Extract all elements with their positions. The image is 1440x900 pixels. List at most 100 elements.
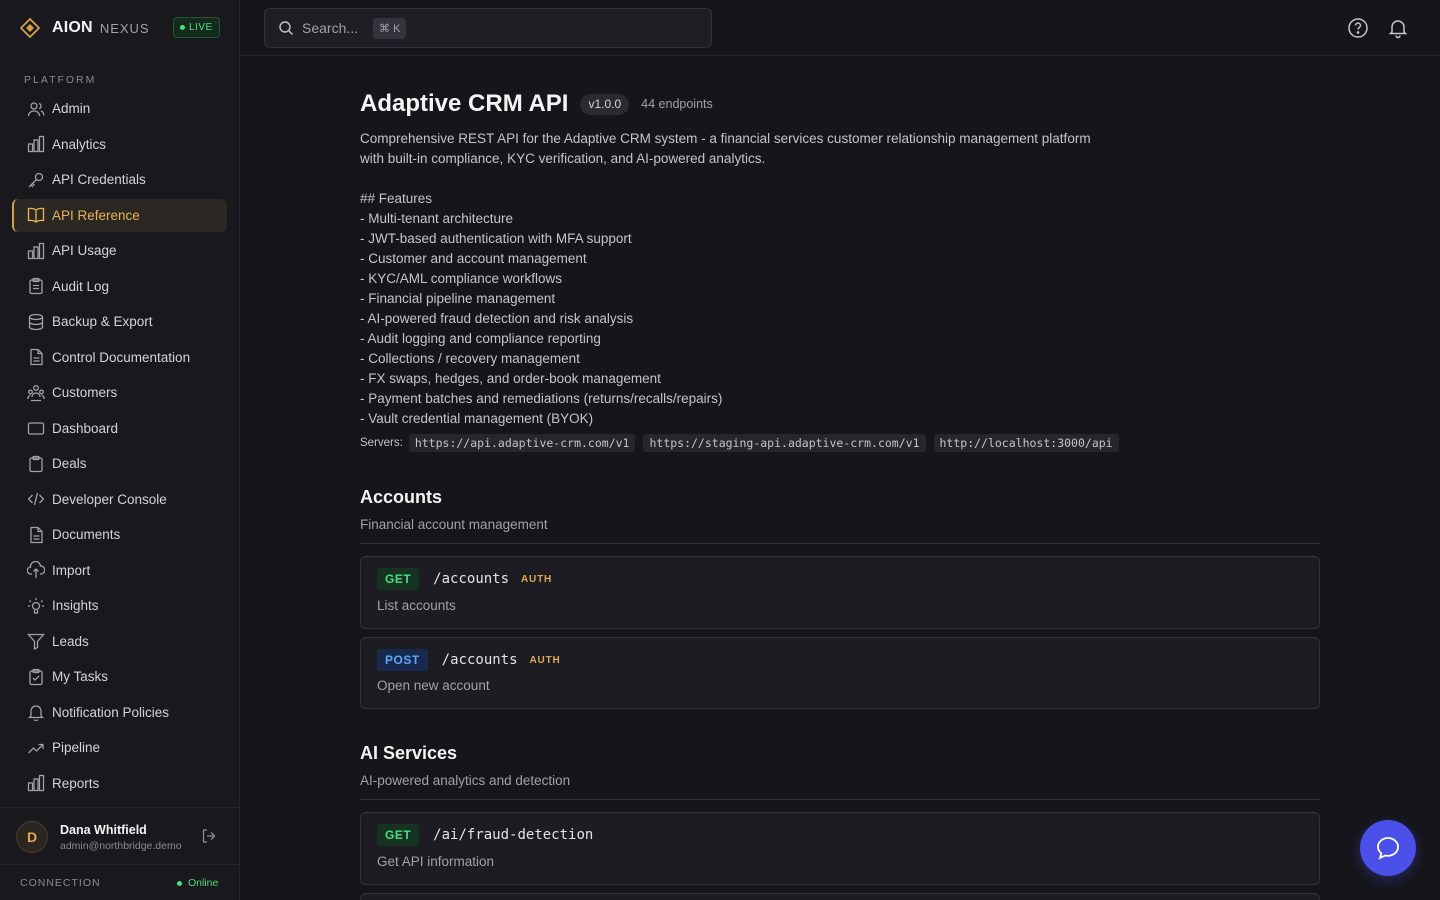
- sidebar-item-analytics[interactable]: Analytics: [12, 128, 227, 161]
- sidebar-item-label: Backup & Export: [52, 314, 153, 329]
- sidebar-item-insights[interactable]: Insights: [12, 589, 227, 622]
- server-url[interactable]: http://localhost:3000/api: [933, 434, 1119, 452]
- description-line: - FX swaps, hedges, and order-book manag…: [360, 371, 661, 386]
- servers-list: Servers: https://api.adaptive-crm.com/v1…: [360, 433, 1127, 453]
- sidebar-item-label: Insights: [52, 598, 99, 613]
- logout-icon[interactable]: [200, 827, 218, 845]
- sidebar-item-label: Notification Policies: [52, 704, 170, 720]
- search-input[interactable]: Search... ⌘ K: [264, 8, 712, 48]
- sidebar-item-documents[interactable]: Documents: [12, 518, 227, 551]
- description-line: Comprehensive REST API for the Adaptive …: [360, 131, 1091, 146]
- endpoint-card-partial[interactable]: [360, 893, 1320, 900]
- server-url[interactable]: https://staging-api.adaptive-crm.com/v1: [643, 434, 926, 452]
- sidebar-item-label: Developer Console: [52, 491, 167, 507]
- bell-icon[interactable]: [1387, 17, 1409, 39]
- sidebar-item-dashboard[interactable]: Dashboard: [12, 412, 227, 445]
- users-icon: [26, 99, 46, 119]
- section-title-ai-services: AI Services: [360, 743, 458, 763]
- lightbulb-icon: [26, 596, 46, 616]
- api-header: Adaptive CRM API v1.0.0 44 endpoints: [360, 90, 713, 118]
- sidebar-item-my-tasks[interactable]: My Tasks: [12, 660, 227, 693]
- description-line: - Audit logging and compliance reporting: [360, 331, 601, 346]
- endpoint-summary: List accounts: [377, 598, 456, 613]
- endpoint-path: /ai/fraud-detection: [433, 827, 594, 843]
- endpoint-summary: Open new account: [377, 678, 490, 693]
- description-line: - Vault credential management (BYOK): [360, 411, 594, 426]
- sidebar-item-deals[interactable]: Deals: [12, 447, 227, 480]
- monitor-icon: [26, 418, 46, 438]
- sidebar-item-notification-policies[interactable]: Notification Policies: [12, 696, 227, 729]
- sidebar-item-label: Leads: [52, 633, 89, 649]
- sidebar-item-api-usage[interactable]: API Usage: [12, 234, 227, 267]
- server-url[interactable]: https://api.adaptive-crm.com/v1: [408, 434, 636, 452]
- database-icon: [26, 312, 46, 332]
- section-divider: [360, 799, 1320, 800]
- section-divider: [360, 543, 1320, 544]
- bar-chart-icon: [26, 241, 46, 261]
- description-line: - AI-powered fraud detection and risk an…: [360, 311, 634, 326]
- endpoint-header: GET /ai/fraud-detection: [377, 824, 593, 846]
- sidebar-item-audit-log[interactable]: Audit Log: [12, 270, 227, 303]
- chat-button[interactable]: [1360, 820, 1416, 876]
- avatar[interactable]: D: [16, 821, 48, 853]
- auth-badge: AUTH: [521, 573, 553, 585]
- sidebar-item-label: Documents: [52, 527, 121, 542]
- sidebar-item-label: Audit Log: [52, 278, 110, 294]
- sidebar-item-admin[interactable]: Admin: [12, 92, 227, 125]
- endpoint-path: /accounts: [433, 571, 510, 587]
- sidebar-item-pipeline[interactable]: Pipeline: [12, 731, 227, 764]
- servers-label: Servers:: [360, 437, 403, 449]
- brand-subname: NEXUS: [99, 20, 150, 36]
- endpoint-header: POST /accounts AUTH: [377, 649, 561, 671]
- topbar: Search... ⌘ K: [240, 0, 1440, 56]
- user-panel: D Dana Whitfield admin@northbridge.demo: [0, 807, 239, 865]
- bell-icon: [26, 702, 46, 722]
- sidebar-item-leads[interactable]: Leads: [12, 625, 227, 658]
- sidebar-item-control-documentation[interactable]: Control Documentation: [12, 341, 227, 374]
- description-line: - Payment batches and remediations (retu…: [360, 391, 723, 406]
- bar-chart-icon: [26, 773, 46, 793]
- sidebar-item-label: Reports: [52, 775, 100, 791]
- endpoint-summary: Get API information: [377, 854, 495, 869]
- sidebar-item-label: API Credentials: [52, 172, 146, 187]
- section-title-accounts: Accounts: [360, 487, 443, 507]
- sidebar: AION NEXUS LIVE PLATFORM Admin Analytics…: [0, 0, 240, 900]
- people-icon: [26, 383, 46, 403]
- version-badge: v1.0.0: [580, 93, 630, 115]
- endpoint-path: /accounts: [441, 652, 518, 668]
- sidebar-item-label: Customers: [52, 385, 118, 400]
- trending-icon: [26, 738, 46, 758]
- sidebar-item-reports[interactable]: Reports: [12, 767, 227, 800]
- code-icon: [26, 489, 46, 509]
- sidebar-item-developer-console[interactable]: Developer Console: [12, 483, 227, 516]
- description-line: - Customer and account management: [360, 251, 587, 266]
- sidebar-item-import[interactable]: Import: [12, 554, 227, 587]
- endpoint-header: GET /accounts AUTH: [377, 568, 552, 590]
- diamond-logo-icon: [20, 18, 40, 38]
- file-icon: [26, 347, 46, 367]
- book-icon: [26, 205, 46, 225]
- sidebar-item-customers[interactable]: Customers: [12, 376, 227, 409]
- live-label: LIVE: [189, 22, 213, 33]
- nav-section-label: PLATFORM: [24, 74, 97, 86]
- sidebar-item-backup-export[interactable]: Backup & Export: [12, 305, 227, 338]
- sidebar-item-label: Deals: [52, 456, 87, 471]
- sidebar-nav: Admin Analytics API Credentials API Refe…: [12, 92, 227, 802]
- endpoint-post-accounts[interactable]: POST /accounts AUTH Open new account: [360, 637, 1320, 709]
- description-line: - Collections / recovery management: [360, 351, 580, 366]
- search-placeholder: Search...: [302, 20, 359, 36]
- chat-bubble-icon: [1377, 837, 1399, 860]
- endpoint-get-accounts[interactable]: GET /accounts AUTH List accounts: [360, 556, 1320, 629]
- key-icon: [26, 170, 46, 190]
- help-icon[interactable]: [1347, 17, 1369, 39]
- sidebar-item-api-reference[interactable]: API Reference: [12, 198, 227, 232]
- clipboard-check-icon: [26, 667, 46, 687]
- sidebar-item-api-credentials[interactable]: API Credentials: [12, 163, 227, 196]
- funnel-icon: [26, 631, 46, 651]
- description-line: - Multi-tenant architecture: [360, 211, 514, 226]
- user-email: admin@northbridge.demo: [60, 840, 182, 852]
- sidebar-item-label: Analytics: [52, 136, 107, 152]
- brand[interactable]: AION NEXUS: [20, 17, 150, 39]
- endpoint-get-ai-fraud-detection[interactable]: GET /ai/fraud-detection Get API informat…: [360, 812, 1320, 885]
- search-icon: [279, 21, 293, 35]
